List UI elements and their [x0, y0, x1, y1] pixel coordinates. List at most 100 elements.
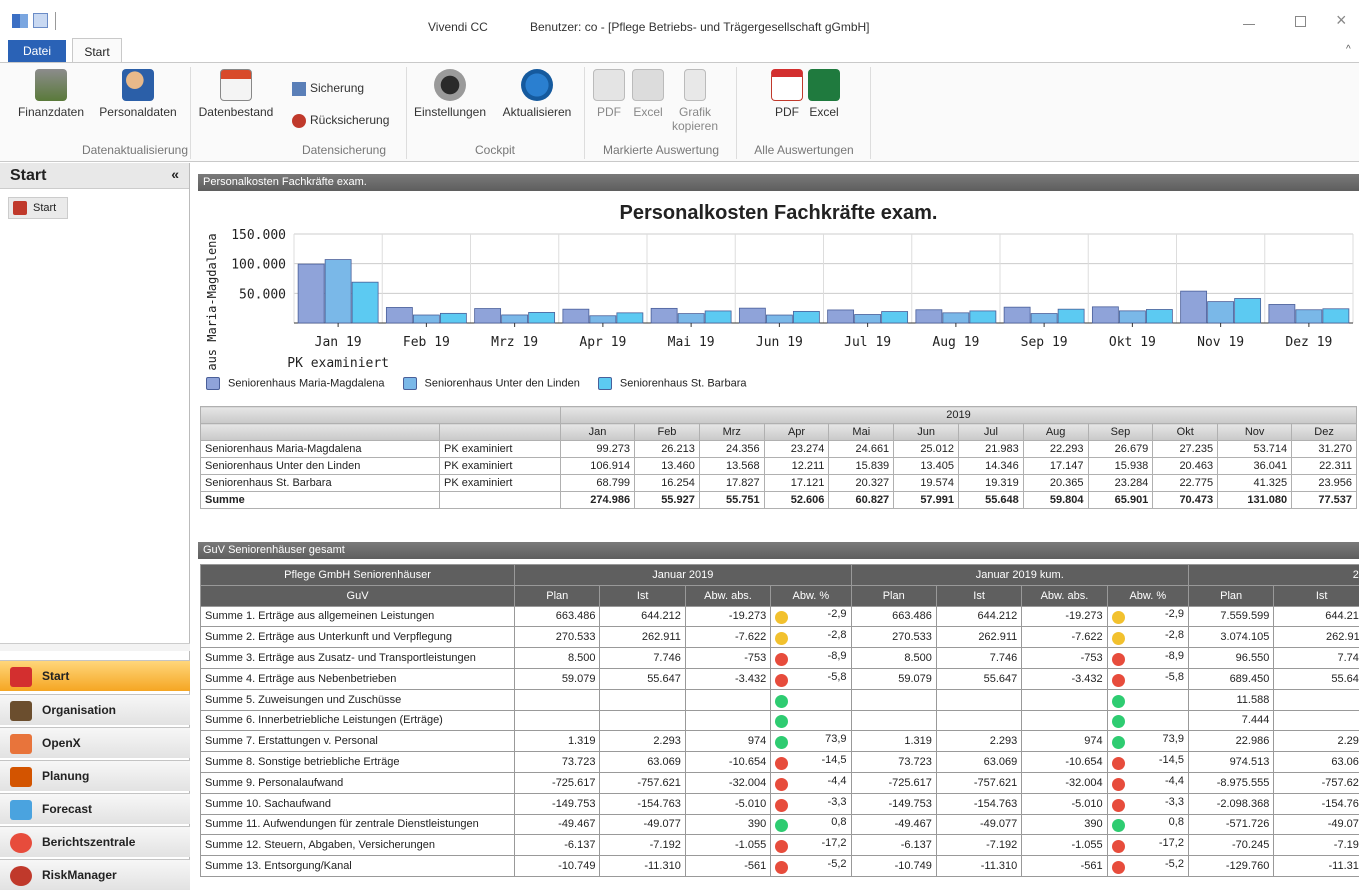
sidebar-item-riskmanager[interactable]: RiskManager	[0, 859, 190, 890]
tab-datei[interactable]: Datei	[8, 40, 66, 62]
guv-label: Summe 12. Steuern, Abgaben, Versicherung…	[201, 835, 515, 856]
plan-cell: -70.245	[1188, 835, 1273, 856]
table-cell: 20.327	[829, 475, 894, 492]
bar	[590, 316, 616, 323]
ist-cell: 644.212	[600, 606, 685, 627]
sum-cell: 77.537	[1292, 492, 1357, 509]
abw-abs-cell: -561	[1022, 856, 1107, 877]
table-cell: 24.356	[699, 441, 764, 458]
grafik-kopieren-button[interactable]: Grafikkopieren	[670, 69, 720, 133]
x-tick-label: Mai 19	[668, 335, 715, 350]
tab-start[interactable]: Start	[72, 38, 122, 64]
collapse-ribbon-icon[interactable]: ^	[1346, 44, 1351, 55]
table-cell: 13.405	[894, 458, 959, 475]
table-cell: 26.679	[1088, 441, 1153, 458]
group-separator	[870, 67, 871, 159]
bar	[855, 314, 881, 323]
sidebar-splitter[interactable]	[0, 643, 190, 651]
status-indicator-icon	[1112, 778, 1125, 791]
sidebar-item-openx[interactable]: OpenX	[0, 727, 190, 758]
ist-cell: -11.310	[936, 856, 1021, 877]
status-indicator-icon	[1112, 799, 1125, 812]
pdf-all-button[interactable]: PDF	[770, 69, 804, 119]
excel-all-button[interactable]: Excel	[806, 69, 842, 119]
ist-cell: -154.763	[600, 793, 685, 814]
ruecksicherung-label: Rücksicherung	[310, 113, 389, 127]
guv-label: Summe 9. Personalaufwand	[201, 772, 515, 793]
x-tick-label: Jan 19	[315, 335, 362, 350]
close-button[interactable]: ×	[1336, 10, 1347, 31]
plan-cell: -129.760	[1188, 856, 1273, 877]
finanzdaten-label: Finanzdaten	[18, 105, 84, 119]
tree-item-label: Start	[33, 202, 56, 214]
column-header: Abw. abs.	[685, 585, 770, 606]
cost-type: PK examiniert	[440, 475, 561, 492]
table-cell: 17.121	[764, 475, 829, 492]
table-cell: 19.574	[894, 475, 959, 492]
finanzdaten-button[interactable]: Finanzdaten	[12, 69, 90, 119]
risk-icon	[10, 866, 32, 886]
status-indicator-icon	[1112, 840, 1125, 853]
plan-cell: 8.500	[515, 648, 600, 669]
sidebar-collapse-button[interactable]: «	[171, 166, 179, 182]
sum-cell: 55.648	[958, 492, 1023, 509]
abw-pct-cell: 73,9	[1107, 731, 1188, 752]
forecast-icon	[10, 800, 32, 820]
excel-marked-button[interactable]: Excel	[628, 69, 668, 119]
column-header: Ist	[1274, 585, 1359, 606]
pdf-marked-button[interactable]: PDF	[592, 69, 626, 119]
tree-item-start[interactable]: Start	[8, 197, 68, 219]
table-cell: 106.914	[561, 458, 635, 475]
guv-label: Summe 5. Zuweisungen und Zuschüsse	[201, 689, 515, 710]
org-header: Pflege GmbH Seniorenhäuser	[201, 565, 515, 586]
sidebar-item-organisation[interactable]: Organisation	[0, 694, 190, 725]
abw-abs-cell: 974	[1022, 731, 1107, 752]
ist-cell: 55.647	[936, 668, 1021, 689]
sidebar-item-label: Start	[42, 669, 69, 683]
datenbestand-button[interactable]: Datenbestand	[194, 69, 278, 119]
table-cell: 41.325	[1218, 475, 1292, 492]
abw-pct-cell: -4,4	[771, 772, 851, 793]
save-icon[interactable]	[33, 13, 48, 28]
abw-abs-cell	[685, 689, 770, 710]
sidebar-item-planung[interactable]: Planung	[0, 760, 190, 791]
table-cell: 12.211	[764, 458, 829, 475]
abw-pct-cell: 0,8	[771, 814, 851, 835]
month-header: Nov	[1218, 424, 1292, 441]
guv-label: Summe 7. Erstattungen v. Personal	[201, 731, 515, 752]
sicherung-button[interactable]: Sicherung	[292, 81, 382, 96]
einstellungen-button[interactable]: Einstellungen	[410, 69, 490, 119]
bar	[705, 311, 731, 323]
status-indicator-icon	[775, 840, 788, 853]
sidebar-item-berichtszentrale[interactable]: Berichtszentrale	[0, 826, 190, 857]
abw-abs-cell: -753	[685, 648, 770, 669]
month-header: Jul	[958, 424, 1023, 441]
main-content: Personalkosten Fachkräfte exam. Personal…	[198, 172, 1359, 885]
abw-pct-cell: -3,3	[771, 793, 851, 814]
status-indicator-icon	[1112, 736, 1125, 749]
aktualisieren-button[interactable]: Aktualisieren	[496, 69, 578, 119]
personaldaten-button[interactable]: Personaldaten	[94, 69, 182, 119]
ist-cell: 2.293	[600, 731, 685, 752]
ist-cell	[1274, 710, 1359, 731]
cost-type: PK examiniert	[440, 458, 561, 475]
ist-cell: 55.647	[600, 668, 685, 689]
ist-cell: -757.621	[1274, 772, 1359, 793]
sum-cell: 55.751	[699, 492, 764, 509]
plan-cell	[515, 689, 600, 710]
excel-all-label: Excel	[809, 105, 838, 119]
sidebar-item-start[interactable]: Start	[0, 660, 190, 691]
maximize-button[interactable]	[1295, 16, 1306, 27]
house-name: Seniorenhaus Maria-Magdalena	[201, 441, 440, 458]
sum-label: Summe	[201, 492, 440, 509]
abw-abs-cell: -7.622	[685, 627, 770, 648]
ruecksicherung-button[interactable]: Rücksicherung	[292, 113, 402, 128]
plan-cell: 59.079	[515, 668, 600, 689]
minimize-button[interactable]	[1243, 24, 1255, 25]
status-indicator-icon	[775, 674, 788, 687]
house-name: Seniorenhaus Unter den Linden	[201, 458, 440, 475]
bar	[617, 313, 643, 323]
sidebar-item-forecast[interactable]: Forecast	[0, 793, 190, 824]
plan-cell: 11.588	[1188, 689, 1273, 710]
excel-icon	[632, 69, 664, 101]
